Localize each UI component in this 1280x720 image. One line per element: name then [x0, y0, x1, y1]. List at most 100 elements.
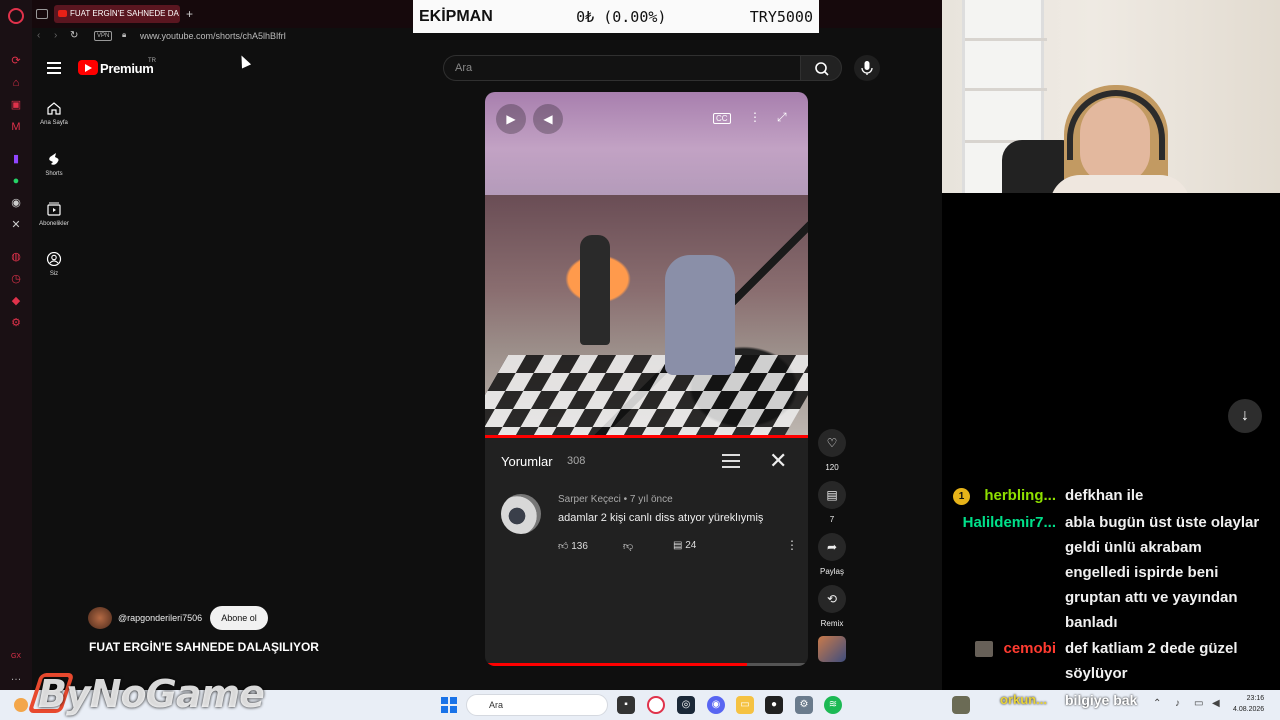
tray-app-icon[interactable]	[952, 696, 970, 714]
remix-label: Remix	[820, 619, 844, 628]
volume-icon[interactable]: ◀︎	[533, 104, 563, 134]
chat-user[interactable]: herbling...	[972, 483, 1056, 508]
captions-icon[interactable]: CC	[713, 113, 731, 124]
mouse-cursor	[236, 53, 252, 69]
opera-gx-taskbar-icon[interactable]	[647, 696, 665, 714]
commenter-avatar[interactable]	[501, 494, 541, 534]
equipment-value: 0₺ (0.00%)	[576, 7, 667, 26]
gx-player-icon[interactable]: ▣	[9, 98, 23, 112]
volume-tray-icon[interactable]: ◀︎	[1212, 698, 1220, 709]
comment-more-icon[interactable]: ⋮	[786, 538, 798, 552]
gx-mail-icon[interactable]: M	[9, 120, 23, 134]
equipment-overlay: EKİPMAN 0₺ (0.00%) TRY5000	[413, 0, 819, 33]
chat-user[interactable]: Halildemir7...	[950, 510, 1056, 535]
close-icon[interactable]: ✕	[769, 448, 787, 474]
search-input[interactable]: Ara	[443, 55, 800, 81]
youtube-logo-icon[interactable]	[78, 60, 98, 75]
network-icon[interactable]: ▭	[1194, 698, 1203, 709]
opera-gx-logo[interactable]	[8, 8, 24, 24]
twitch-icon[interactable]: ▮	[9, 152, 23, 166]
comment-likes: 136	[571, 541, 588, 552]
ticker-message: bilgiye bak	[1065, 692, 1138, 708]
extensions-icon[interactable]: ◆	[9, 294, 23, 308]
taskbar-search-input[interactable]: Ara	[466, 694, 608, 716]
music-player-icon[interactable]: ◍	[9, 250, 23, 264]
gx-label-icon[interactable]: GX	[9, 650, 23, 664]
settings-icon[interactable]: ⚙	[9, 316, 23, 330]
fullscreen-icon[interactable]: ⤢	[777, 110, 787, 125]
file-explorer-icon[interactable]: ▭	[736, 696, 754, 714]
comment-replies-button[interactable]: ▤ 24	[673, 540, 696, 551]
spotify-icon[interactable]: ≋	[824, 696, 842, 714]
tab-manager-icon[interactable]	[36, 9, 48, 19]
nav-you[interactable]: Siz	[32, 251, 76, 277]
like-button[interactable]: ♡ 120	[818, 429, 846, 472]
obs-icon[interactable]: ●	[765, 696, 783, 714]
channel-avatar[interactable]	[88, 607, 112, 629]
thumb-up-icon: 👍︎	[558, 541, 569, 552]
shorts-player[interactable]: ▶ ◀︎ CC ⋮ ⤢ Yorumlar 308 ✕ Sarper Keçeci…	[485, 92, 808, 666]
task-view-icon[interactable]: ▪	[617, 696, 635, 714]
new-tab-button[interactable]: +	[186, 7, 193, 21]
discord-icon[interactable]: ◉	[9, 196, 23, 210]
search-icon	[815, 62, 829, 76]
home-icon	[46, 101, 62, 115]
reload-icon[interactable]: ↻	[70, 30, 78, 41]
tab-active[interactable]: FUAT ERGİN'E SAHNEDE DA	[54, 5, 180, 23]
channel-name[interactable]: @rapgonderileri7506	[118, 613, 202, 623]
whatsapp-icon[interactable]: ●	[9, 174, 23, 188]
video-floor	[485, 355, 808, 435]
video-frame[interactable]	[485, 195, 808, 435]
share-button[interactable]: ➦ Paylaş	[818, 533, 846, 576]
weather-icon[interactable]	[14, 698, 28, 712]
x-twitter-icon[interactable]: ✕	[9, 218, 23, 232]
gx-corner-icon[interactable]: ⌂	[9, 76, 23, 90]
tray-chevron-icon[interactable]: ⌃	[1153, 698, 1161, 709]
history-icon[interactable]: ◷	[9, 272, 23, 286]
subscribe-button[interactable]: Abone ol	[210, 606, 268, 630]
back-icon[interactable]: ‹	[37, 30, 40, 41]
windows-start-icon[interactable]	[441, 697, 457, 713]
comment-like-button[interactable]: 👍︎ 136	[558, 540, 588, 552]
comment-author-name[interactable]: Sarper Keçeci	[558, 494, 621, 505]
mic-tray-icon[interactable]: ♪	[1175, 698, 1180, 709]
comments-button[interactable]: ▤ 7	[818, 481, 846, 524]
heart-icon: ♡	[818, 429, 846, 457]
bottom-progress-played[interactable]	[485, 663, 747, 666]
video-person-left	[580, 235, 610, 345]
browser-sidebar: ⟳ ⌂ ▣ M ▮ ● ◉ ✕ ◍ ◷ ◆ ⚙ GX …	[0, 0, 32, 690]
sort-filter-icon[interactable]	[722, 454, 740, 468]
bottom-progress-rest[interactable]	[747, 663, 808, 666]
vpn-badge[interactable]: VPN	[94, 31, 113, 41]
lock-icon[interactable]: 🔒︎	[122, 30, 126, 40]
comments-count: 308	[567, 455, 586, 467]
video-title[interactable]: FUAT ERGİN'E SAHNEDE DALAŞILIYOR	[89, 640, 319, 654]
forward-icon[interactable]: ›	[54, 30, 57, 41]
clock[interactable]: 23:16 4.08.2026	[1233, 693, 1264, 715]
nav-home[interactable]: Ana Sayfa	[32, 101, 76, 126]
steam-icon[interactable]: ◎	[677, 696, 695, 714]
clock-date: 4.08.2026	[1233, 706, 1265, 713]
sound-thumbnail[interactable]	[818, 636, 846, 662]
youtube-premium-text[interactable]: Premium	[100, 61, 154, 76]
play-icon[interactable]: ▶	[496, 104, 526, 134]
share-label: Paylaş	[819, 567, 844, 576]
search-button[interactable]	[800, 55, 842, 81]
scroll-down-arrow-icon[interactable]: ↓	[1228, 399, 1262, 433]
more-vert-icon[interactable]: ⋮	[749, 110, 761, 124]
discord-taskbar-icon[interactable]: ◉	[707, 696, 725, 714]
chat-user[interactable]: cemobi	[996, 636, 1056, 661]
settings-taskbar-icon[interactable]: ⚙	[795, 696, 813, 714]
subscriptions-icon	[46, 202, 62, 216]
url-field[interactable]: www.youtube.com/shorts/chA5lhBlfrI	[140, 31, 286, 41]
nav-shorts-label: Shorts	[45, 171, 63, 177]
nav-shorts[interactable]: Shorts	[32, 152, 76, 177]
voice-search-button[interactable]	[854, 55, 880, 81]
more-icon[interactable]: …	[9, 670, 23, 684]
comment-author[interactable]: Sarper Keçeci • 7 yıl önce	[558, 494, 673, 505]
remix-button[interactable]: ⟲ Remix	[818, 585, 846, 628]
nav-subscriptions[interactable]: Abonelikler	[32, 202, 76, 227]
comment-dislike-button[interactable]: 👎︎	[623, 540, 633, 552]
gx-control-icon[interactable]: ⟳	[9, 54, 23, 68]
menu-icon[interactable]	[47, 62, 61, 74]
